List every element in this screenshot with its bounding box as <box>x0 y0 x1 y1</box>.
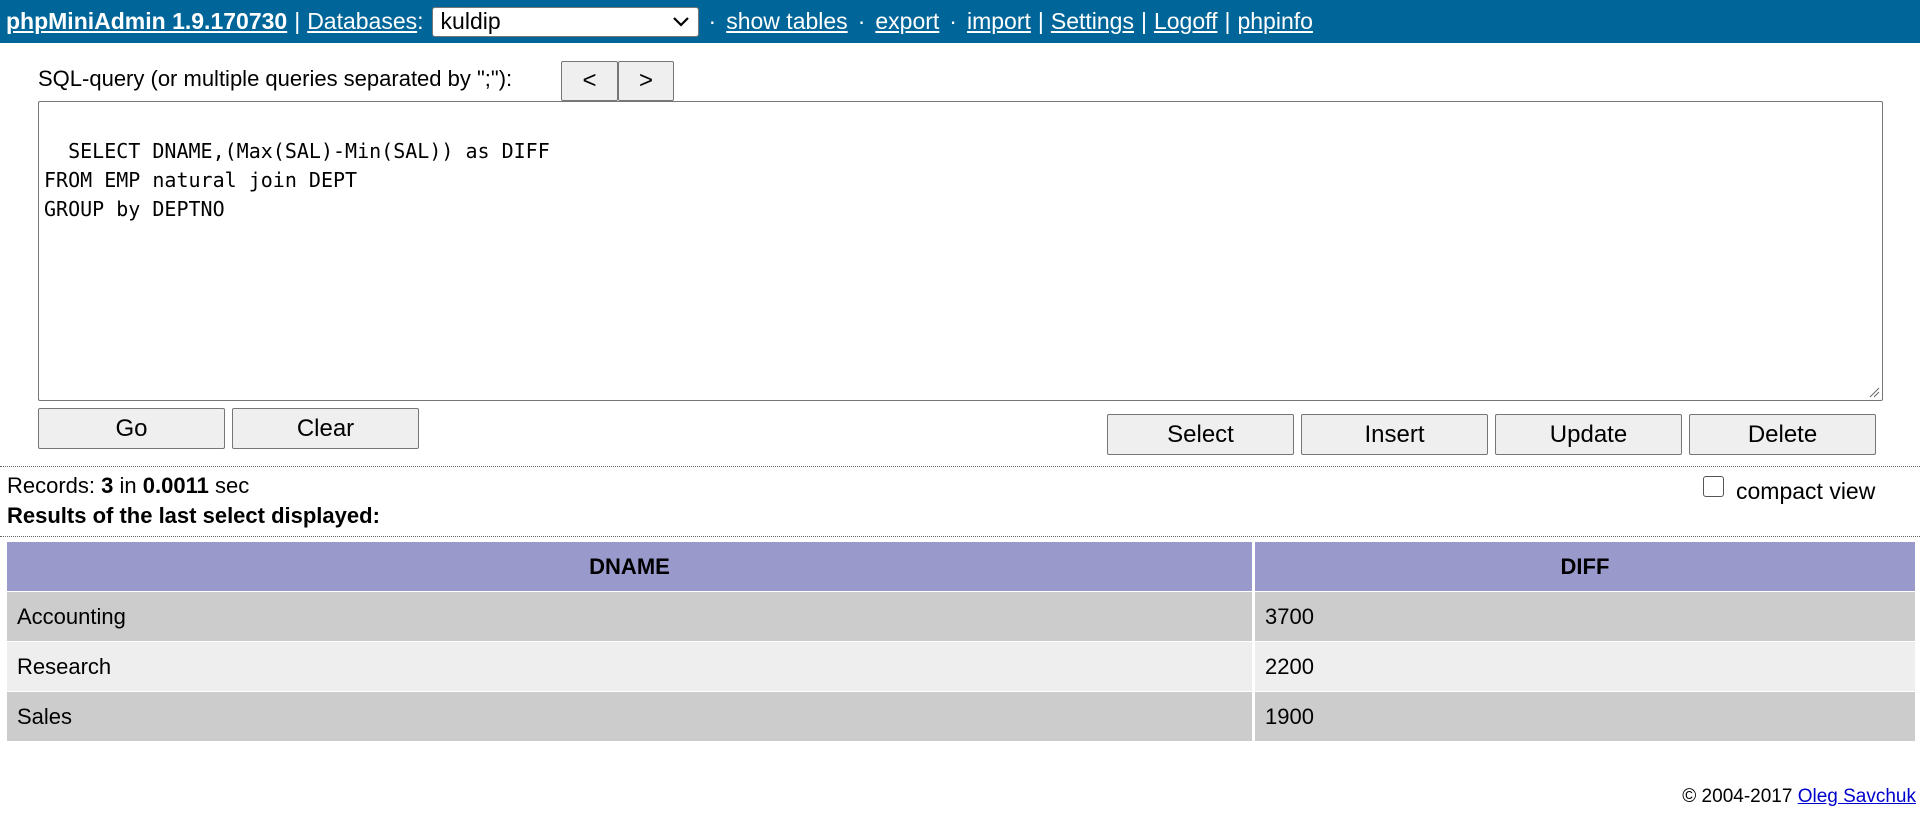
records-in: in <box>113 473 143 498</box>
insert-button[interactable]: Insert <box>1301 414 1488 455</box>
export-link[interactable]: export <box>875 8 939 35</box>
results-note: Results of the last select displayed: <box>7 503 380 528</box>
databases-link[interactable]: Databases <box>307 8 417 35</box>
select-button[interactable]: Select <box>1107 414 1294 455</box>
chevron-down-icon <box>672 16 689 27</box>
top-nav-bar: phpMiniAdmin 1.9.170730 | Databases: kul… <box>0 0 1920 43</box>
table-cell: 3700 <box>1255 592 1915 641</box>
nav-separator: | <box>1037 8 1044 34</box>
records-count: 3 <box>101 473 114 498</box>
next-query-button[interactable]: > <box>618 61 674 101</box>
app-title-link[interactable]: phpMiniAdmin 1.9.170730 <box>6 8 287 35</box>
clear-button[interactable]: Clear <box>232 408 419 449</box>
resize-grip-icon[interactable] <box>1868 386 1880 398</box>
column-header-diff: DIFF <box>1255 542 1915 591</box>
delete-button[interactable]: Delete <box>1689 414 1876 455</box>
table-cell: Research <box>7 642 1252 691</box>
footer: © 2004-2017 Oleg Savchuk <box>1682 786 1916 808</box>
nav-separator: | <box>1140 8 1147 34</box>
records-sec: sec <box>208 473 250 498</box>
logoff-link[interactable]: Logoff <box>1154 8 1218 35</box>
databases-colon: : <box>417 8 424 34</box>
table-cell: 1900 <box>1255 692 1915 741</box>
nav-dot: · <box>708 8 717 34</box>
table-header-row: DNAME DIFF <box>7 542 1915 591</box>
compact-view-toggle[interactable]: compact view <box>1703 476 1876 505</box>
sql-query-text: SELECT DNAME,(Max(SAL)-Min(SAL)) as DIFF… <box>44 139 550 221</box>
results-table: DNAME DIFF Accounting 3700 Research 2200… <box>7 542 1915 742</box>
table-cell: Accounting <box>7 592 1252 641</box>
previous-query-button[interactable]: < <box>561 61 618 101</box>
query-time: 0.0011 <box>142 473 209 498</box>
go-button[interactable]: Go <box>38 408 225 449</box>
sql-query-label: SQL-query (or multiple queries separated… <box>38 66 513 91</box>
table-cell: 2200 <box>1255 642 1915 691</box>
records-info: Records: 3 in 0.0011 sec <box>7 473 249 499</box>
table-row: Accounting 3700 <box>7 592 1915 641</box>
database-select[interactable]: kuldip <box>431 6 699 37</box>
divider <box>0 466 1920 467</box>
nav-dot: · <box>857 8 866 34</box>
table-row: Sales 1900 <box>7 692 1915 741</box>
table-cell: Sales <box>7 692 1252 741</box>
compact-view-label: compact view <box>1736 478 1876 504</box>
table-row: Research 2200 <box>7 642 1915 691</box>
nav-dot: · <box>949 8 957 34</box>
import-link[interactable]: import <box>967 8 1031 35</box>
compact-view-checkbox[interactable] <box>1703 476 1724 497</box>
show-tables-link[interactable]: show tables <box>726 8 847 35</box>
nav-separator: | <box>294 8 301 34</box>
copyright-text: © 2004-2017 <box>1682 786 1798 807</box>
update-button[interactable]: Update <box>1495 414 1682 455</box>
divider <box>0 536 1920 537</box>
author-link[interactable]: Oleg Savchuk <box>1798 786 1916 807</box>
records-label: Records: <box>7 473 102 498</box>
sql-query-textarea[interactable]: SELECT DNAME,(Max(SAL)-Min(SAL)) as DIFF… <box>38 101 1883 401</box>
phpinfo-link[interactable]: phpinfo <box>1237 8 1312 35</box>
column-header-dname: DNAME <box>7 542 1252 591</box>
nav-separator: | <box>1224 8 1231 34</box>
database-select-value: kuldip <box>440 8 501 34</box>
settings-link[interactable]: Settings <box>1051 8 1134 35</box>
